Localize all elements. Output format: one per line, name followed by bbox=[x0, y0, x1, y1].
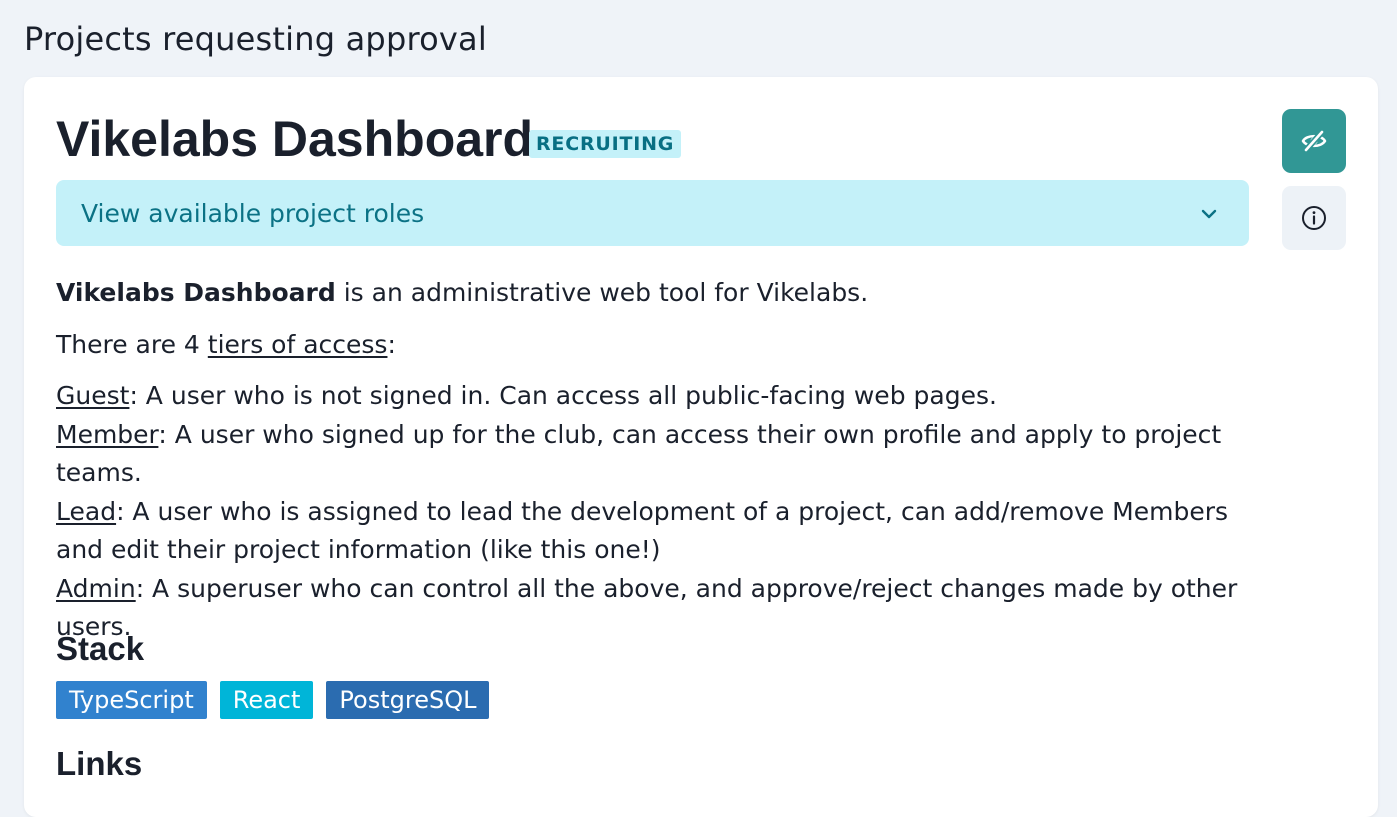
tier-admin: Admin: A superuser who can control all t… bbox=[56, 574, 1237, 642]
tier-lead: Lead: A user who is assigned to lead the… bbox=[56, 497, 1228, 565]
tier-lead-text: : A user who is assigned to lead the dev… bbox=[56, 496, 1229, 565]
tier-member-link[interactable]: Member bbox=[56, 420, 158, 449]
tier-guest-link[interactable]: Guest bbox=[56, 381, 129, 410]
tiers-suffix: : bbox=[387, 329, 396, 359]
chevron-down-icon bbox=[1201, 209, 1217, 219]
eye-off-icon bbox=[1301, 130, 1327, 152]
page-title: Projects requesting approval bbox=[24, 20, 487, 58]
tier-lead-link[interactable]: Lead bbox=[56, 497, 116, 526]
project-card: Vikelabs Dashboard RECRUITING View avail… bbox=[24, 77, 1378, 817]
view-roles-label: View available project roles bbox=[81, 199, 425, 228]
project-name: Vikelabs Dashboard bbox=[56, 111, 534, 167]
project-info-button[interactable] bbox=[1282, 186, 1346, 250]
view-roles-accordion[interactable]: View available project roles bbox=[56, 180, 1249, 246]
tiers-of-access-link[interactable]: tiers of access bbox=[208, 330, 388, 359]
tier-member-text: : A user who signed up for the club, can… bbox=[56, 419, 1222, 488]
tier-guest-text: : A user who is not signed in. Can acces… bbox=[129, 381, 997, 410]
project-description: Vikelabs Dashboard is an administrative … bbox=[56, 274, 1271, 647]
tiers-list: Guest: A user who is not signed in. Can … bbox=[56, 377, 1271, 647]
status-badge: RECRUITING bbox=[529, 130, 682, 158]
links-heading: Links bbox=[56, 745, 143, 782]
info-icon bbox=[1302, 206, 1326, 230]
stack-tag-typescript: TypeScript bbox=[56, 681, 207, 719]
tiers-paragraph: There are 4 tiers of access: bbox=[56, 326, 1271, 365]
hide-project-button[interactable] bbox=[1282, 109, 1346, 173]
stack-tag-react: React bbox=[219, 681, 314, 719]
intro-paragraph: Vikelabs Dashboard is an administrative … bbox=[56, 274, 1271, 313]
stack-heading: Stack bbox=[56, 630, 145, 667]
tier-guest: Guest: A user who is not signed in. Can … bbox=[56, 381, 997, 410]
tier-member: Member: A user who signed up for the clu… bbox=[56, 420, 1221, 488]
stack-tag-postgresql: PostgreSQL bbox=[326, 681, 490, 719]
tiers-prefix: There are 4 bbox=[56, 329, 208, 359]
tier-admin-text: : A superuser who can control all the ab… bbox=[56, 573, 1238, 642]
intro-project-name: Vikelabs Dashboard bbox=[56, 278, 336, 307]
tier-admin-link[interactable]: Admin bbox=[56, 574, 136, 603]
stack-tags: TypeScript React PostgreSQL bbox=[56, 681, 490, 719]
intro-text: is an administrative web tool for Vikela… bbox=[335, 278, 869, 307]
